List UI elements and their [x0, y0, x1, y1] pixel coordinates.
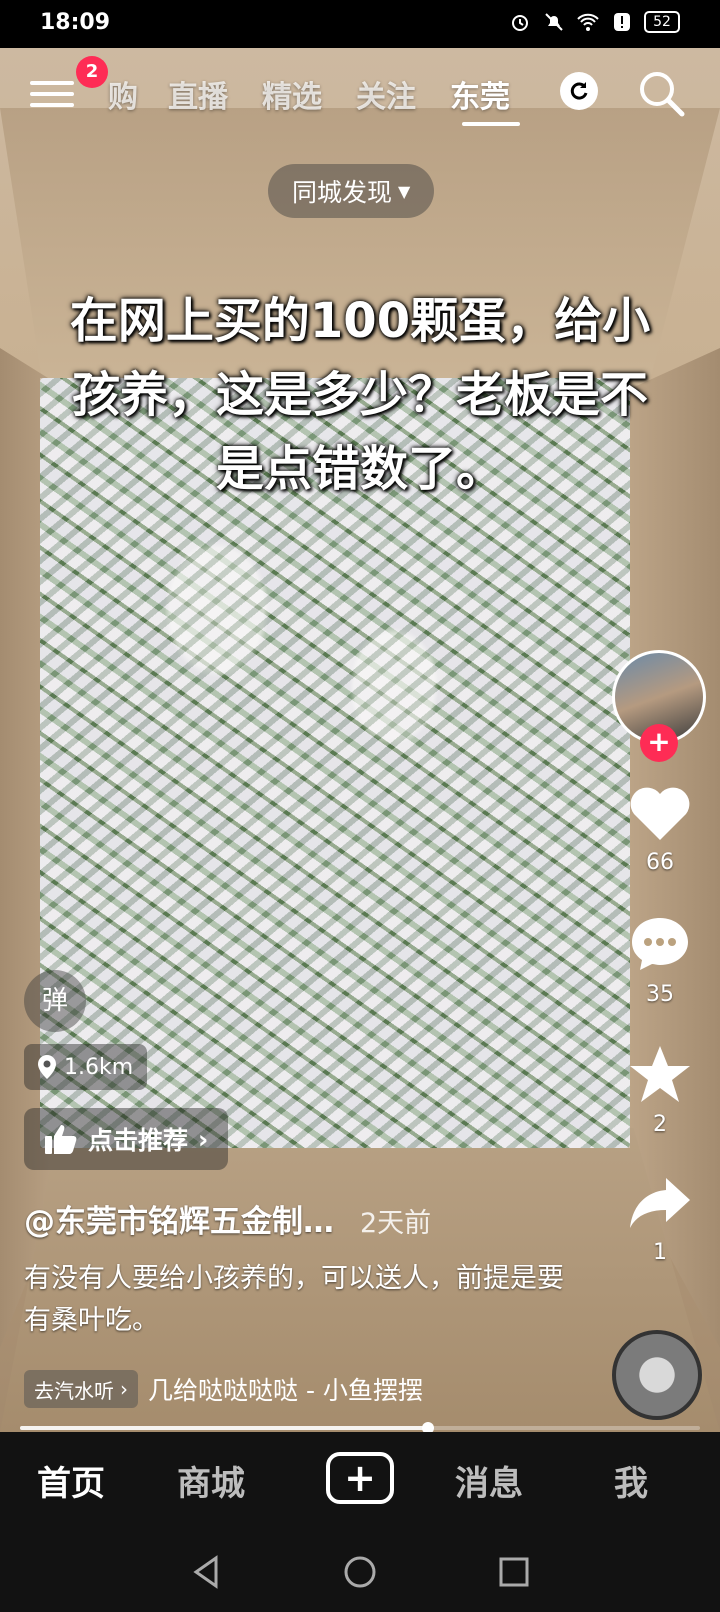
recommend-label: 点击推荐	[88, 1126, 189, 1155]
status-time: 18:09	[40, 10, 111, 35]
caret-down-icon: ▼	[398, 181, 411, 201]
tab-live[interactable]: 直播	[168, 72, 228, 116]
danmu-toggle[interactable]: 弹	[24, 970, 86, 1032]
thumbs-up-icon	[45, 1125, 77, 1154]
tab-following[interactable]: 关注	[356, 72, 416, 116]
favorite-button[interactable]: 2	[620, 1044, 700, 1137]
comment-button[interactable]: 35	[620, 914, 700, 1007]
tab-local[interactable]: 东莞	[450, 72, 510, 116]
home-icon[interactable]	[340, 1552, 380, 1592]
chevron-right-icon: ›	[120, 1377, 128, 1401]
menu-button[interactable]	[30, 74, 74, 118]
music-row[interactable]: 去汽水听 › 几给哒哒哒哒 - 小鱼摆摆	[24, 1370, 544, 1408]
favorite-count: 2	[653, 1112, 667, 1137]
comment-icon	[632, 918, 688, 970]
chevron-right-icon: ›	[198, 1124, 209, 1154]
nav-messages[interactable]: 消息	[434, 1456, 544, 1505]
share-button[interactable]: 1	[620, 1174, 700, 1265]
alert-icon	[610, 10, 634, 34]
mute-icon	[542, 10, 566, 34]
nav-mall[interactable]: 商城	[156, 1456, 266, 1505]
post-time: 2天前	[360, 1208, 432, 1239]
system-nav-bar	[0, 1532, 720, 1612]
music-disc[interactable]	[612, 1330, 702, 1420]
nav-me[interactable]: 我	[576, 1456, 686, 1505]
video-description[interactable]: 有没有人要给小孩养的，可以送人，前提是要有桑叶吃。	[24, 1258, 584, 1342]
like-button[interactable]: 66	[620, 784, 700, 875]
open-in-music-app[interactable]: 去汽水听 ›	[24, 1370, 138, 1408]
tab-shopping[interactable]: 购	[108, 72, 138, 116]
create-plus-icon[interactable]: +	[326, 1452, 394, 1504]
search-icon[interactable]	[636, 68, 686, 118]
recommend-button[interactable]: 点击推荐 ›	[24, 1108, 229, 1170]
location-pin-icon	[38, 1055, 56, 1079]
author-line: @东莞市铭辉五金制… 2天前	[24, 1196, 604, 1241]
active-tab-indicator	[462, 122, 520, 126]
follow-plus-icon[interactable]: +	[640, 724, 678, 762]
back-icon[interactable]	[186, 1552, 226, 1592]
top-nav: 2 购 直播 精选 关注 东莞	[0, 48, 720, 138]
nav-home[interactable]: 首页	[16, 1456, 126, 1505]
city-discovery-button[interactable]: 同城发现 ▼	[268, 164, 435, 218]
video-caption: 在网上买的100颗蛋，给小孩养，这是多少？老板是不是点错数了。	[69, 293, 651, 497]
author-name[interactable]: @东莞市铭辉五金制…	[24, 1196, 334, 1241]
progress-fill	[20, 1426, 428, 1430]
like-count: 66	[646, 850, 674, 875]
distance-tag[interactable]: 1.6km	[24, 1044, 148, 1090]
city-discovery-label: 同城发现	[292, 178, 393, 207]
refresh-icon[interactable]	[560, 72, 598, 110]
battery-icon: 52	[644, 11, 680, 33]
bottom-nav: 首页 商城 + 消息 我	[0, 1432, 720, 1532]
music-title: 几给哒哒哒哒 - 小鱼摆摆	[148, 1376, 423, 1405]
share-icon	[630, 1178, 690, 1228]
status-icons: 52	[508, 10, 680, 34]
tab-featured[interactable]: 精选	[262, 72, 322, 116]
share-count: 1	[653, 1240, 667, 1265]
distance-value: 1.6km	[64, 1054, 134, 1080]
recents-icon[interactable]	[494, 1552, 534, 1592]
wifi-icon	[576, 10, 600, 34]
status-bar: 18:09 52	[0, 0, 720, 48]
comment-count: 35	[646, 982, 674, 1007]
notification-badge: 2	[76, 56, 108, 88]
heart-icon	[630, 787, 690, 840]
alarm-icon	[508, 10, 532, 34]
music-chip-label: 去汽水听	[34, 1378, 114, 1403]
video-progress[interactable]	[20, 1422, 700, 1434]
star-icon	[630, 1046, 690, 1102]
